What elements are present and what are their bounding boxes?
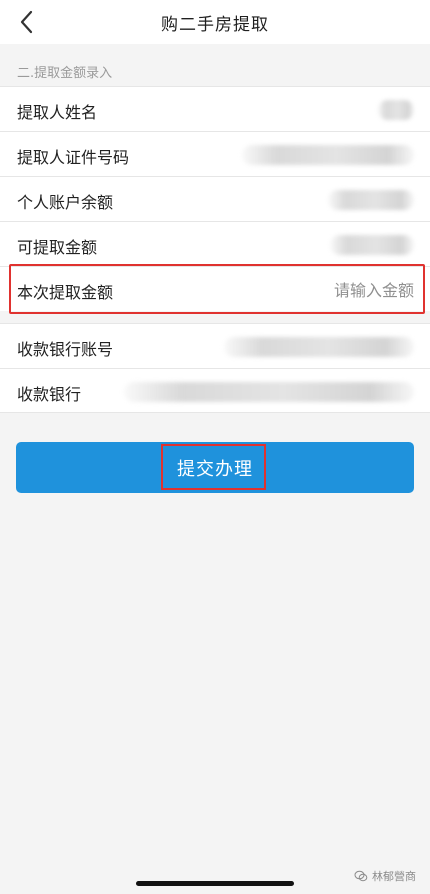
home-indicator — [136, 881, 294, 886]
wechat-icon — [354, 870, 368, 882]
account-balance-label: 个人账户余额 — [17, 193, 114, 212]
page-title: 购二手房提取 — [161, 15, 269, 35]
row-withdraw-amount[interactable]: 本次提取金额 — [0, 266, 430, 311]
row-bank-name: 收款银行 — [0, 368, 430, 413]
submit-button-label: 提交办理 — [177, 459, 253, 479]
row-id-number: 提取人证件号码 — [0, 131, 430, 176]
redacted-value — [328, 190, 414, 210]
redacted-value — [224, 337, 414, 357]
id-number-label: 提取人证件号码 — [17, 148, 130, 167]
applicant-name-label: 提取人姓名 — [17, 103, 98, 122]
redacted-value — [378, 100, 414, 120]
redacted-value — [330, 235, 414, 255]
redacted-value — [242, 145, 414, 165]
row-applicant-name: 提取人姓名 — [0, 86, 430, 131]
submit-button[interactable]: 提交办理 — [16, 442, 414, 493]
section-gap — [0, 311, 430, 323]
redacted-value — [124, 382, 414, 402]
withdraw-amount-label: 本次提取金额 — [17, 283, 114, 302]
withdraw-amount-input[interactable] — [264, 278, 414, 302]
nav-bar: 购二手房提取 — [0, 0, 430, 44]
withdraw-form: 提取人姓名 提取人证件号码 个人账户余额 可提取金额 本次提取金额 收款银行账号… — [0, 86, 430, 413]
row-bank-account: 收款银行账号 — [0, 323, 430, 368]
watermark: 林郁營商 — [354, 868, 416, 884]
row-withdrawable-amount: 可提取金额 — [0, 221, 430, 266]
bank-name-label: 收款银行 — [17, 385, 82, 404]
row-account-balance: 个人账户余额 — [0, 176, 430, 221]
section-title: 二.提取金额录入 — [17, 66, 113, 81]
bank-account-label: 收款银行账号 — [17, 340, 114, 359]
watermark-text: 林郁營商 — [372, 870, 416, 883]
withdrawable-amount-label: 可提取金额 — [17, 238, 98, 257]
section-header: 二.提取金额录入 — [0, 56, 430, 86]
